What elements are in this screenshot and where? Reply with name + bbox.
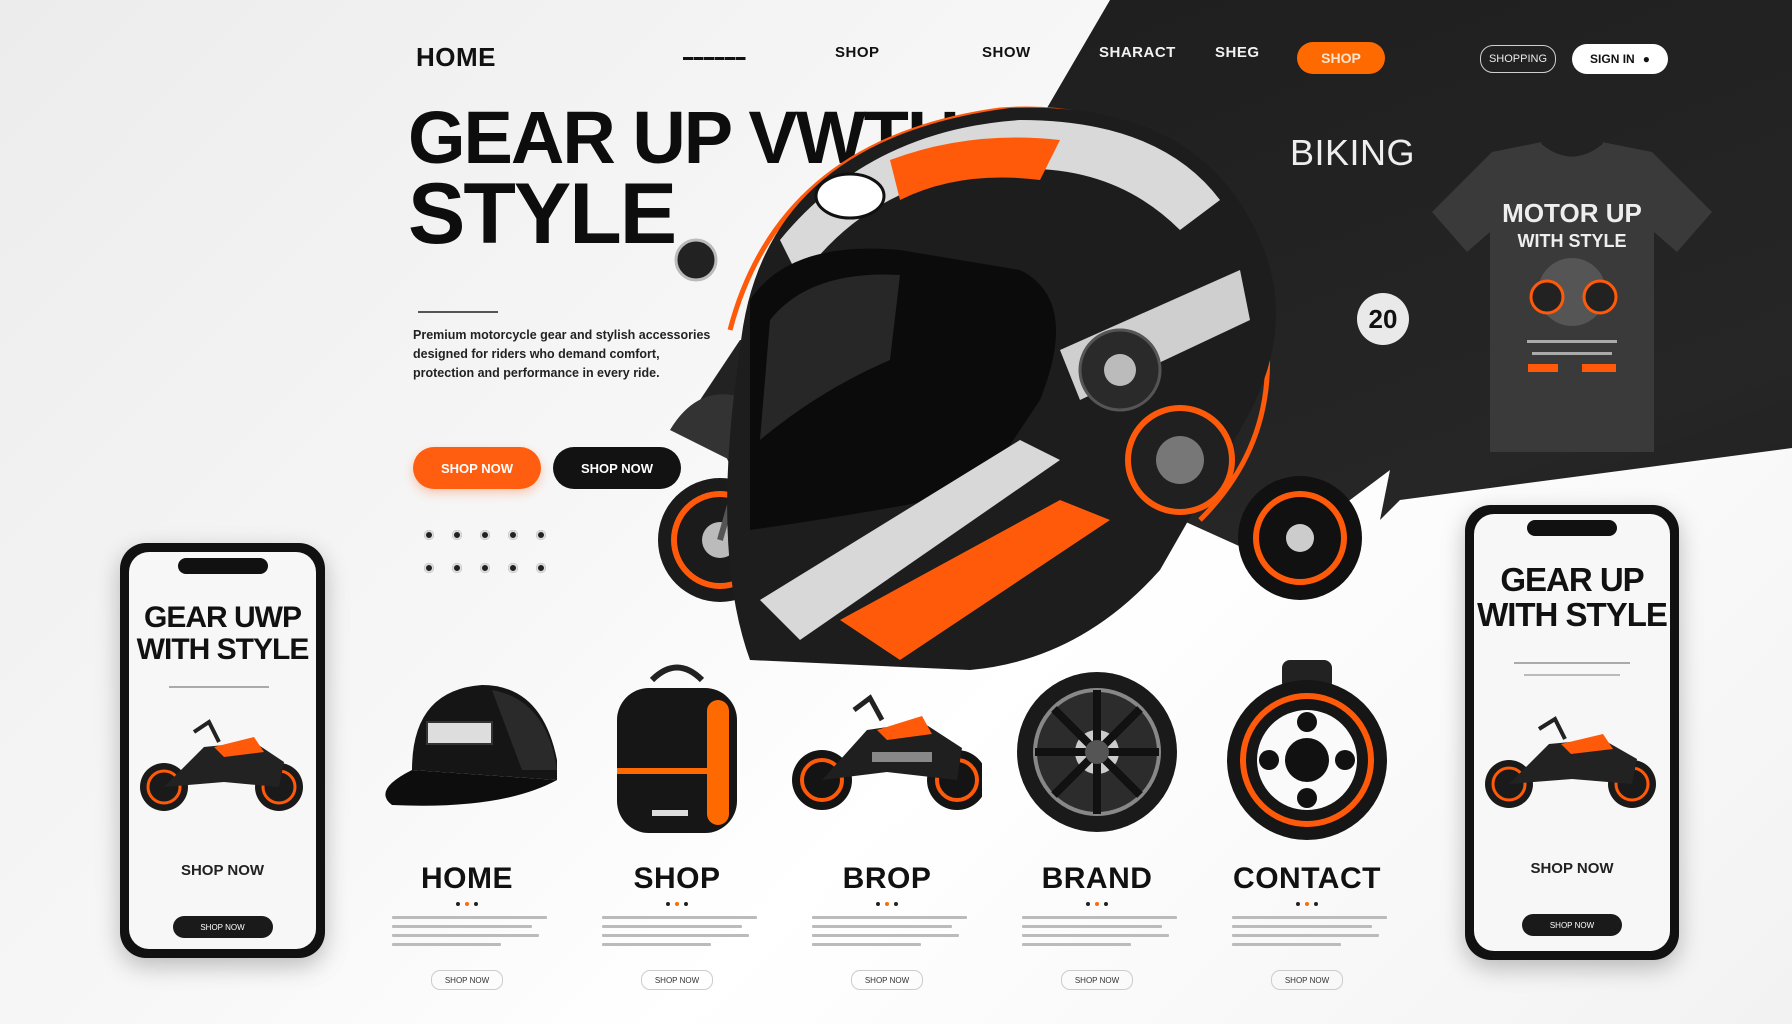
product-card-cap[interactable]: HOME SHOP NOW bbox=[372, 660, 562, 990]
cap-icon bbox=[385, 685, 557, 806]
shop-now-primary-button[interactable]: SHOP NOW bbox=[413, 447, 541, 489]
brake-disc-icon bbox=[1227, 660, 1387, 840]
product-card-motorcycle[interactable]: BROP SHOP NOW bbox=[792, 660, 987, 990]
motorcycle-icon bbox=[792, 694, 987, 810]
product-label-shop: SHOP bbox=[633, 862, 721, 895]
product-link-brand[interactable]: SHOP NOW bbox=[1061, 970, 1133, 990]
nav-sharact[interactable]: SHARACT bbox=[1099, 44, 1176, 61]
backpack-icon bbox=[617, 664, 737, 833]
sign-in-button[interactable]: SIGN IN ● bbox=[1572, 44, 1668, 74]
nav-shop-button[interactable]: SHOP bbox=[1297, 42, 1385, 74]
user-icon: ● bbox=[1642, 52, 1650, 66]
phone-left-cta-text: SHOP NOW bbox=[180, 862, 265, 879]
mobile-preview-left: GEAR UWP WITH STYLE SHOP NOW SHOP NOW bbox=[120, 543, 325, 958]
sign-in-label: SIGN IN bbox=[1590, 52, 1635, 66]
hero-divider bbox=[418, 311, 498, 313]
motorcycle-icon bbox=[140, 719, 303, 811]
nav-item-blur[interactable]: ▬▬▬▬▬▬ bbox=[683, 52, 746, 63]
phone-left-shop-button[interactable]: SHOP NOW bbox=[172, 916, 273, 938]
product-label-contact: CONTACT bbox=[1233, 862, 1381, 895]
product-label-brop: BROP bbox=[842, 862, 932, 895]
tshirt-print-line2: WITH STYLE bbox=[1518, 231, 1627, 251]
product-label-brand: BRAND bbox=[1041, 862, 1153, 895]
nav-home[interactable]: HOME bbox=[416, 42, 496, 73]
product-link-brop[interactable]: SHOP NOW bbox=[851, 970, 923, 990]
biking-label: BIKING bbox=[1290, 132, 1416, 173]
product-label-home: HOME bbox=[421, 862, 513, 895]
phone-right-cta-text: SHOP NOW bbox=[1530, 860, 1614, 877]
feature-dots-row2 bbox=[424, 563, 546, 573]
product-link-shop[interactable]: SHOP NOW bbox=[641, 970, 713, 990]
tshirt-print-line1: MOTOR UP bbox=[1502, 198, 1642, 228]
badge-number: 20 bbox=[1357, 293, 1409, 345]
product-card-wheel[interactable]: BRAND SHOP NOW bbox=[1002, 660, 1192, 990]
helmet-and-motorcycle-illustration bbox=[658, 106, 1362, 670]
product-card-backpack[interactable]: SHOP SHOP NOW bbox=[582, 660, 772, 990]
feature-dots-row1 bbox=[424, 530, 546, 540]
tshirt-product-image[interactable]: MOTOR UP WITH STYLE bbox=[1432, 142, 1712, 452]
phone-left-title: GEAR UWP WITH STYLE bbox=[136, 601, 310, 666]
nav-show[interactable]: SHOW bbox=[982, 44, 1031, 61]
motorcycle-icon bbox=[1485, 716, 1656, 808]
product-card-brake-disc[interactable]: CONTACT SHOP NOW bbox=[1212, 660, 1402, 990]
phone-right-shop-button[interactable]: SHOP NOW bbox=[1522, 914, 1622, 936]
product-link-home[interactable]: SHOP NOW bbox=[431, 970, 503, 990]
nav-shop[interactable]: SHOP bbox=[835, 44, 880, 61]
nav-sheg[interactable]: SHEG bbox=[1215, 44, 1260, 61]
nav-outline-button[interactable]: SHOPPING bbox=[1480, 45, 1556, 73]
mobile-preview-right: GEAR UP WITH STYLE SHOP NOW SHOP NOW bbox=[1465, 505, 1679, 960]
product-link-contact[interactable]: SHOP NOW bbox=[1271, 970, 1343, 990]
wheel-icon bbox=[1017, 672, 1177, 832]
phone-right-title: GEAR UP WITH STYLE bbox=[1477, 561, 1668, 633]
